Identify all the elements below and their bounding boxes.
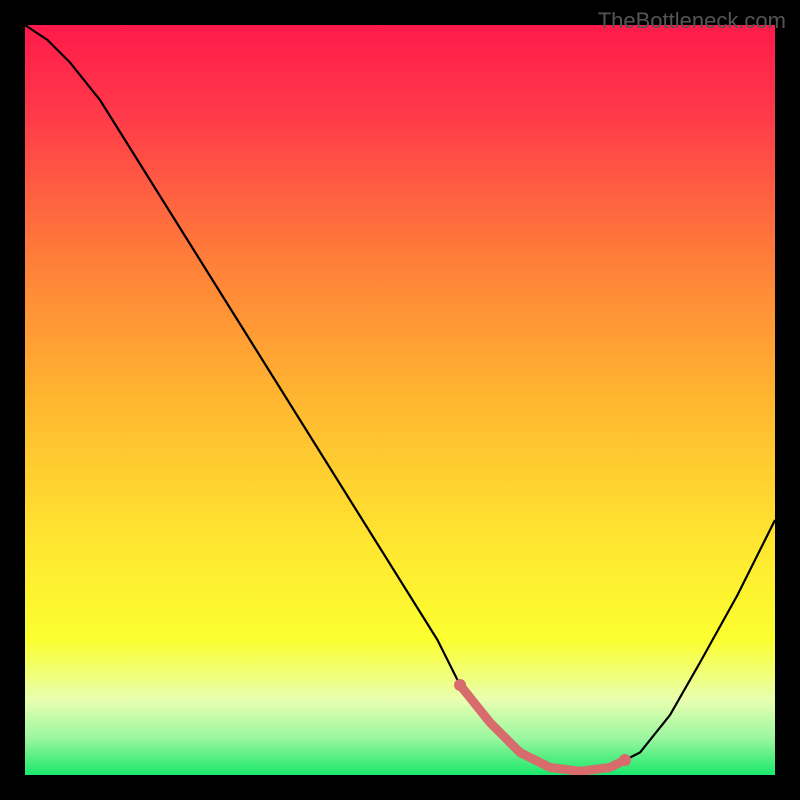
watermark-text: TheBottleneck.com <box>598 8 786 34</box>
plot-area <box>25 25 775 775</box>
optimal-zone-marker <box>25 25 775 775</box>
